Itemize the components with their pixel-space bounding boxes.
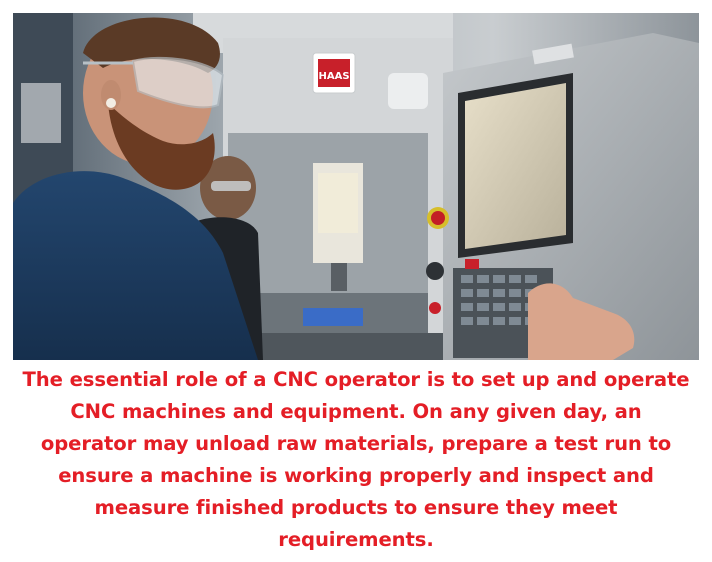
photo-caption: The essential role of a CNC operator is … [4, 364, 708, 556]
caption-line: CNC machines and equipment. On any given… [70, 400, 642, 423]
caption-line: ensure a machine is working properly and… [58, 464, 654, 487]
haas-logo-text: HAAS [318, 71, 349, 82]
caption-line: The essential role of a CNC operator is … [22, 368, 690, 391]
caption-line: requirements. [278, 528, 434, 551]
caption-line: operator may unload raw materials, prepa… [40, 432, 672, 455]
caption-line: measure finished products to ensure they… [94, 496, 618, 519]
cnc-operator-photo: HAAS [13, 13, 699, 360]
